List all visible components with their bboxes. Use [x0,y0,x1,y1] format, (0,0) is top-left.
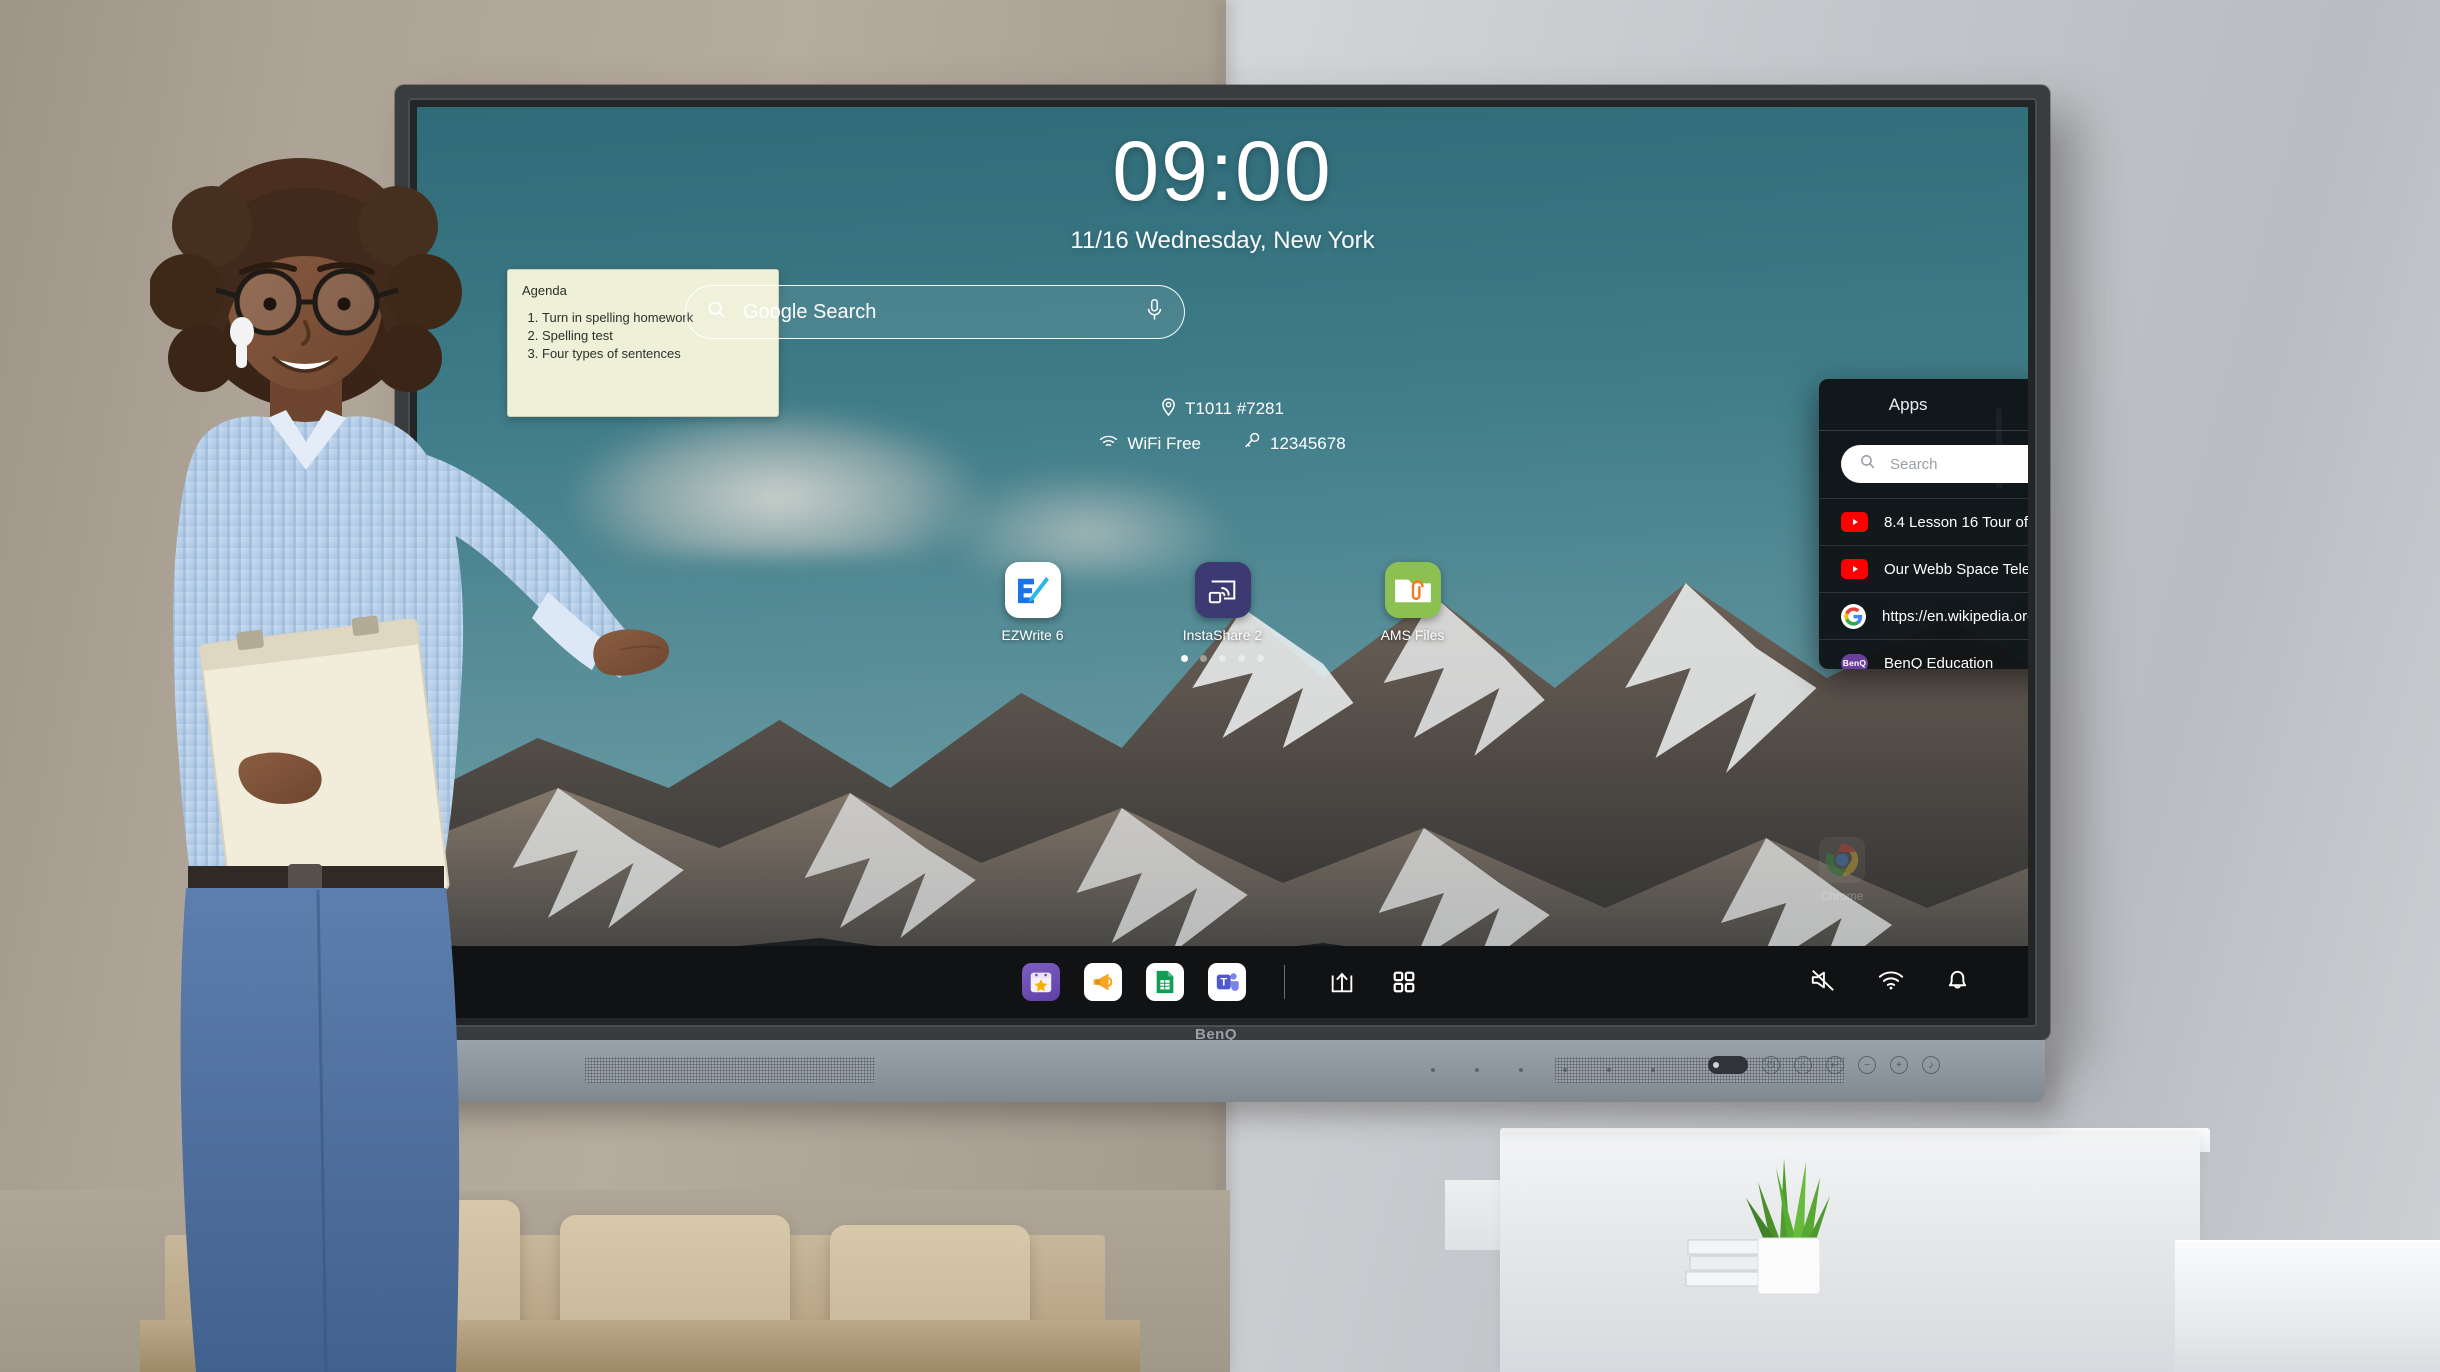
calendar-star-icon[interactable] [1022,963,1060,1001]
bookmark-row[interactable]: 8.4 Lesson 16 Tour of the Universe [1819,499,2028,546]
chrome-label: Chrome [1820,889,1864,903]
google-icon [1841,603,1866,629]
wifi-name: WiFi Free [1127,433,1202,453]
wifi-password: 12345678 [1270,433,1346,453]
search-icon [706,299,727,325]
sheets-icon[interactable] [1146,963,1184,1001]
wifi-icon [1099,434,1118,454]
location-pin-icon [1161,397,1176,421]
volume-up-icon[interactable]: + [1890,1056,1908,1074]
google-search-bar[interactable]: Google Search [685,285,1185,339]
microphone-icon[interactable] [1145,298,1164,327]
instashare-icon [1194,562,1251,618]
app-label: InstaShare 2 [1182,627,1263,643]
bookmark-row[interactable]: https://en.wikipedia.org/wiki/Universe [1819,593,2028,640]
ams-files-icon [1384,562,1441,618]
chrome-icon [1819,837,1865,883]
bookmark-title: Our Webb Space Telescope Captures a Cosm… [1884,560,2028,578]
room-code: T1011 #7281 [1185,399,1284,418]
volume-mute-icon[interactable] [1809,967,1837,998]
page-dot[interactable] [1200,655,1207,662]
apps-grid-icon[interactable] [1385,963,1423,1001]
bookmark-row[interactable]: BenQ BenQ Education [1819,640,2028,669]
panel-search-input[interactable]: Search [1841,445,2028,483]
power-icon[interactable]: ⏻ [1762,1056,1780,1074]
books-and-plant [1685,1158,1830,1295]
share-upload-icon[interactable] [1323,963,1361,1001]
search-icon [1859,453,1876,475]
chin-indicator-dots [1431,1068,1655,1072]
launcher-panel[interactable]: Apps Widgets Bookmarks Search [1819,379,2028,669]
page-dot[interactable] [1257,655,1264,662]
teacher-person [150,158,670,1372]
bookmark-row[interactable]: Our Webb Space Telescope Captures a Cosm… [1819,546,2028,593]
cabinet-far-right [2175,1240,2440,1372]
tab-label: Apps [1888,395,1928,414]
panel-search-placeholder: Search [1890,455,1938,473]
bookmark-title: https://en.wikipedia.org/wiki/Universe [1882,607,2028,625]
app-label: AMS Files [1380,627,1445,643]
chin-controls[interactable]: ⏻ ⌂ ↩ − + ♪ [1708,1056,1940,1074]
wifi-icon[interactable] [1877,969,1905,996]
nfc-slot[interactable] [1708,1056,1748,1074]
benq-brand-logo: BenQ [1195,1026,1238,1043]
back-icon[interactable]: ↩ [1826,1056,1844,1074]
page-dot[interactable] [1238,655,1245,662]
app-shortcut-ezwrite[interactable]: EZWrite 6 [983,562,1083,643]
youtube-icon [1841,559,1868,579]
volume-down-icon[interactable]: − [1858,1056,1876,1074]
bookmark-title: BenQ Education [1884,654,1994,670]
teams-icon[interactable]: T [1208,963,1246,1001]
google-search-label: Google Search [743,300,877,323]
volume-icon[interactable]: ♪ [1922,1056,1940,1074]
page-dot[interactable] [1219,655,1226,662]
chrome-shortcut-behind-panel[interactable]: Chrome [1811,837,1873,903]
svg-text:T: T [1220,977,1227,989]
app-label: EZWrite 6 [1001,627,1064,643]
taskbar-divider [1284,965,1285,999]
tab-widgets[interactable]: Widgets [1997,379,2028,431]
bell-icon[interactable] [1945,966,1970,998]
key-icon [1243,432,1261,455]
ezwrite-icon [1004,562,1061,618]
panel-tabs[interactable]: Apps Widgets Bookmarks [1819,379,2028,431]
bookmark-list[interactable]: 8.4 Lesson 16 Tour of the Universe Our W… [1819,498,2028,669]
app-shortcut-ams-files[interactable]: AMS Files [1363,562,1463,643]
password-info: 12345678 [1243,432,1346,455]
wifi-info: WiFi Free [1099,434,1201,454]
app-shortcut-instashare[interactable]: InstaShare 2 [1173,562,1273,643]
bookmark-title: 8.4 Lesson 16 Tour of the Universe [1884,513,2028,531]
home-icon[interactable]: ⌂ [1794,1056,1812,1074]
benq-icon: BenQ [1841,653,1868,669]
youtube-icon [1841,512,1868,532]
tab-apps[interactable]: Apps [1819,379,1997,431]
page-dot-active[interactable] [1181,655,1188,662]
megaphone-icon[interactable] [1084,963,1122,1001]
